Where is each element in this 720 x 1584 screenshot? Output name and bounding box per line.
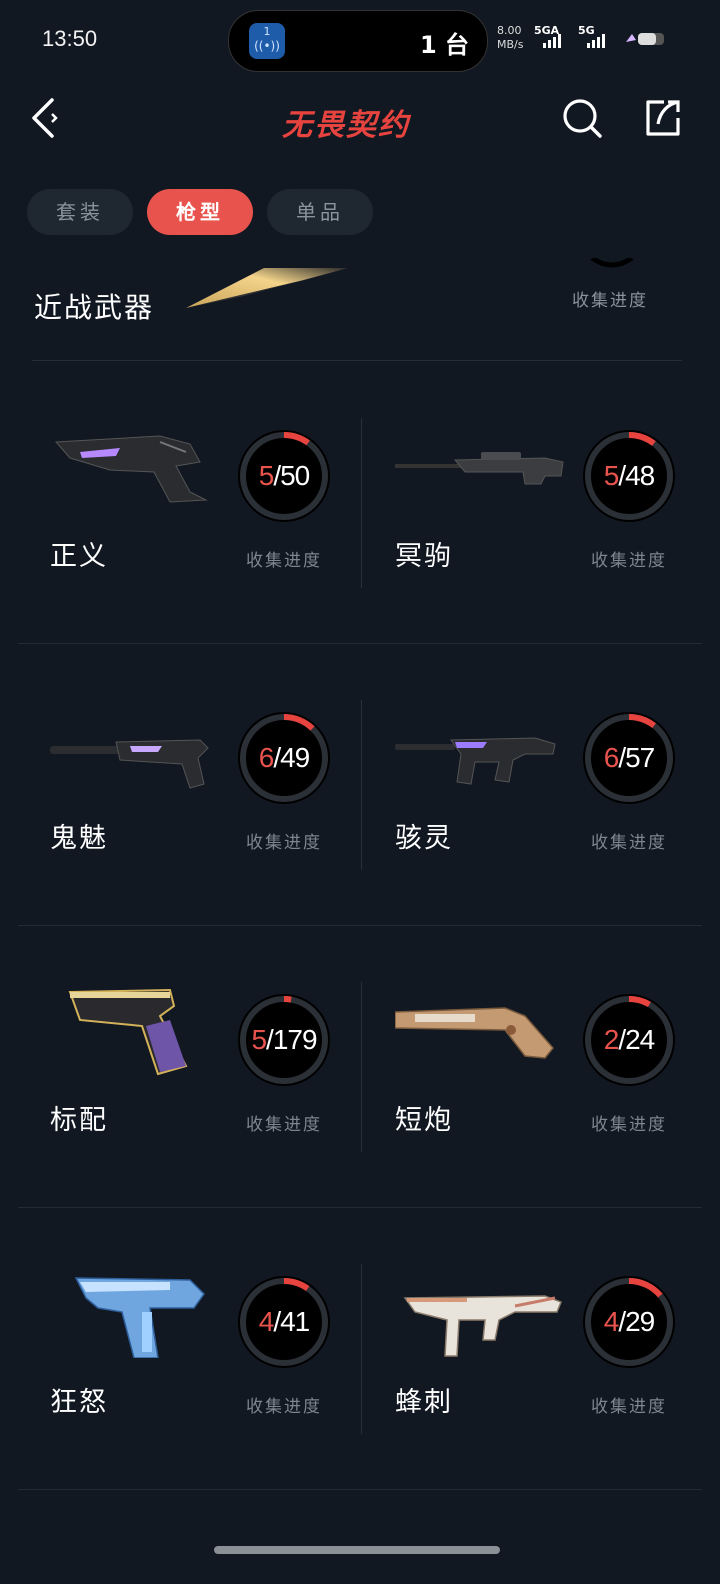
tab-gun-type[interactable]: 枪型	[147, 189, 253, 235]
progress-label: 收集进度	[591, 551, 667, 571]
weapon-row: 4/41 狂怒 收集进度 4/29 蜂刺 收集进度	[0, 1208, 720, 1490]
island-text: 1 台	[419, 31, 469, 59]
total-count: 57	[625, 742, 655, 773]
collected-count: 5	[603, 460, 620, 491]
share-icon[interactable]	[640, 96, 684, 140]
weapon-row: 5/179 标配 收集进度 2/24 短炮 收集进度	[0, 926, 720, 1208]
collected-count: 4	[258, 1306, 275, 1337]
weapon-card[interactable]: 4/29 蜂刺 收集进度	[365, 1208, 705, 1490]
progress-count: 6/57	[603, 742, 656, 773]
silenced-pistol-icon	[50, 739, 209, 789]
progress-count: 2/24	[603, 1024, 656, 1055]
column-divider	[361, 700, 362, 870]
back-arrow-icon[interactable]	[30, 96, 66, 140]
melee-knife-icon	[186, 268, 348, 308]
tab-single-items[interactable]: 单品	[267, 189, 373, 235]
progress-count: 5/48	[603, 460, 656, 491]
total-count: 24	[625, 1024, 655, 1055]
weapon-name: 正义	[50, 541, 108, 572]
collected-count: 5	[258, 460, 275, 491]
search-icon[interactable]	[560, 96, 604, 140]
weapon-card[interactable]: 6/49 鬼魅 收集进度	[20, 644, 360, 926]
shorty-icon	[395, 1007, 554, 1059]
signal-bars-icon	[587, 34, 605, 48]
divider	[32, 360, 682, 361]
app-title: 无畏契约	[282, 108, 410, 143]
broadcast-icon: 1 ((•))	[249, 23, 285, 59]
sniper-icon	[395, 452, 564, 485]
status-time: 13:50	[42, 26, 98, 51]
tab-suits[interactable]: 套装	[27, 189, 133, 235]
collected-count: 5	[251, 1024, 267, 1055]
weapon-name: 蜂刺	[395, 1387, 453, 1418]
progress-label: 收集进度	[246, 833, 322, 853]
weapon-name: 冥驹	[395, 541, 453, 572]
collected-count: 2	[603, 1024, 620, 1055]
progress-label: 收集进度	[591, 1115, 667, 1135]
weapon-name: 狂怒	[50, 1387, 108, 1418]
pistol-icon	[68, 988, 188, 1076]
progress-count: 5/50	[258, 460, 311, 491]
collected-count: 4	[603, 1306, 620, 1337]
progress-count: 4/41	[258, 1306, 311, 1337]
network-speed: 8.00 MB/s	[497, 24, 523, 52]
island-badge: 1	[263, 25, 271, 38]
progress-count: 6/49	[258, 742, 311, 773]
signal-bars-icon	[543, 34, 561, 48]
total-count: 41	[280, 1306, 310, 1337]
total-count: 49	[280, 742, 310, 773]
smg-icon	[395, 737, 556, 785]
weapon-card[interactable]: 5/179 标配 收集进度	[20, 926, 360, 1208]
progress-label: 收集进度	[246, 1115, 322, 1135]
weapon-name: 鬼魅	[50, 823, 108, 854]
net-speed-unit: MB/s	[497, 38, 524, 51]
battery-icon	[626, 33, 664, 45]
progress-label: 收集进度	[246, 1397, 322, 1417]
weapon-name: 骇灵	[395, 823, 453, 854]
melee-progress-ring	[590, 258, 634, 268]
total-count: 48	[625, 460, 655, 491]
collected-count: 6	[258, 742, 275, 773]
weapon-card[interactable]: 6/57 骇灵 收集进度	[365, 644, 705, 926]
progress-label: 收集进度	[591, 1397, 667, 1417]
total-count: 29	[625, 1306, 655, 1337]
progress-count: 5/179	[251, 1024, 318, 1055]
melee-progress-label: 收集进度	[572, 291, 648, 311]
melee-weapon-label[interactable]: 近战武器	[34, 286, 154, 326]
weapon-row: 5/50 正义 收集进度 5/48 冥驹 收集进度	[0, 362, 720, 644]
column-divider	[361, 1264, 362, 1434]
weapon-card[interactable]: 4/41 狂怒 收集进度	[20, 1208, 360, 1490]
collected-count: 6	[603, 742, 620, 773]
total-count: 179	[272, 1024, 318, 1055]
weapon-name: 短炮	[395, 1105, 453, 1136]
weapon-card[interactable]: 2/24 短炮 收集进度	[365, 926, 705, 1208]
column-divider	[361, 982, 362, 1152]
revolver-icon	[54, 435, 208, 503]
total-count: 50	[280, 460, 310, 491]
weapon-card[interactable]: 5/48 冥驹 收集进度	[365, 362, 705, 644]
dynamic-island[interactable]: 1 ((•)) 1 台	[228, 10, 488, 72]
net-speed-value: 8.00	[497, 24, 522, 37]
home-indicator[interactable]	[214, 1546, 500, 1554]
weapon-row: 6/49 鬼魅 收集进度 6/57 骇灵 收集进度	[0, 644, 720, 926]
progress-count: 4/29	[603, 1306, 656, 1337]
column-divider	[361, 418, 362, 588]
stinger-icon	[403, 1295, 562, 1357]
progress-label: 收集进度	[246, 551, 322, 571]
divider	[18, 1489, 702, 1490]
weapon-card[interactable]: 5/50 正义 收集进度	[20, 362, 360, 644]
progress-label: 收集进度	[591, 833, 667, 853]
weapon-name: 标配	[50, 1105, 108, 1136]
frenzy-icon	[74, 1277, 205, 1358]
